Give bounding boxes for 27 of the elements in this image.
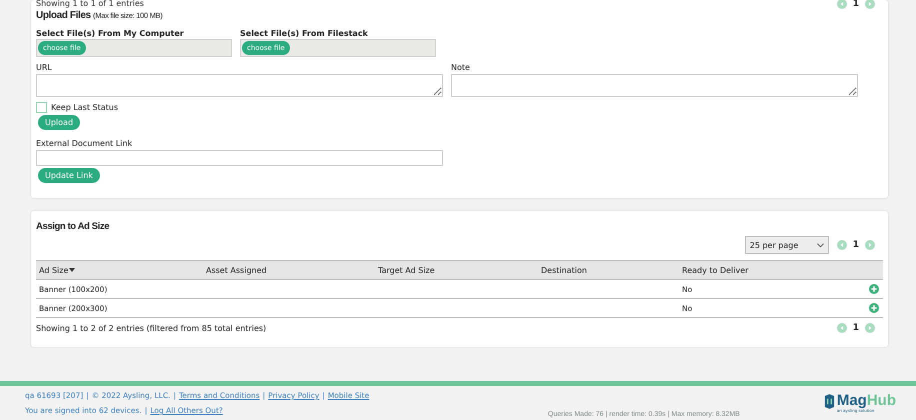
upload-button[interactable]: Upload [38, 115, 80, 130]
entries-info: Showing 1 to 1 of 1 entries [36, 0, 144, 8]
note-textarea[interactable] [451, 74, 858, 97]
column-header[interactable]: Target Ad Size [375, 266, 538, 274]
column-header[interactable]: Destination [538, 266, 679, 274]
url-textarea[interactable] [36, 74, 443, 97]
section-title: Assign to Ad Size [36, 220, 110, 232]
field-label: Note [451, 63, 471, 72]
entries-info: Showing 1 to 2 of 2 entries (filtered from 85 total entries) [36, 324, 266, 332]
field-label: Select File(s) From My Computer [36, 29, 185, 38]
per-page-select[interactable]: 25 per page [744, 236, 829, 254]
logo-wordmark: MagHub [836, 394, 896, 408]
update-link-button[interactable]: Update Link [38, 168, 100, 183]
field-label: Select File(s) From Filestack [240, 29, 369, 38]
column-header[interactable]: Ready to Deliver [679, 266, 839, 274]
external-link-input[interactable] [36, 150, 443, 166]
checkbox-label: Keep Last Status [51, 103, 118, 112]
field-label: External Document Link [36, 139, 134, 148]
page-number[interactable]: 1 [852, 323, 859, 333]
checkbox[interactable] [36, 102, 47, 113]
add-icon[interactable] [869, 284, 879, 294]
field-label: URL [36, 63, 53, 72]
column-header[interactable]: Asset Assigned [203, 266, 375, 274]
chevron-down-icon [816, 240, 824, 250]
column-header[interactable]: Ad Size [36, 266, 203, 274]
add-icon[interactable] [869, 303, 879, 313]
page-number[interactable]: 1 [852, 240, 859, 250]
